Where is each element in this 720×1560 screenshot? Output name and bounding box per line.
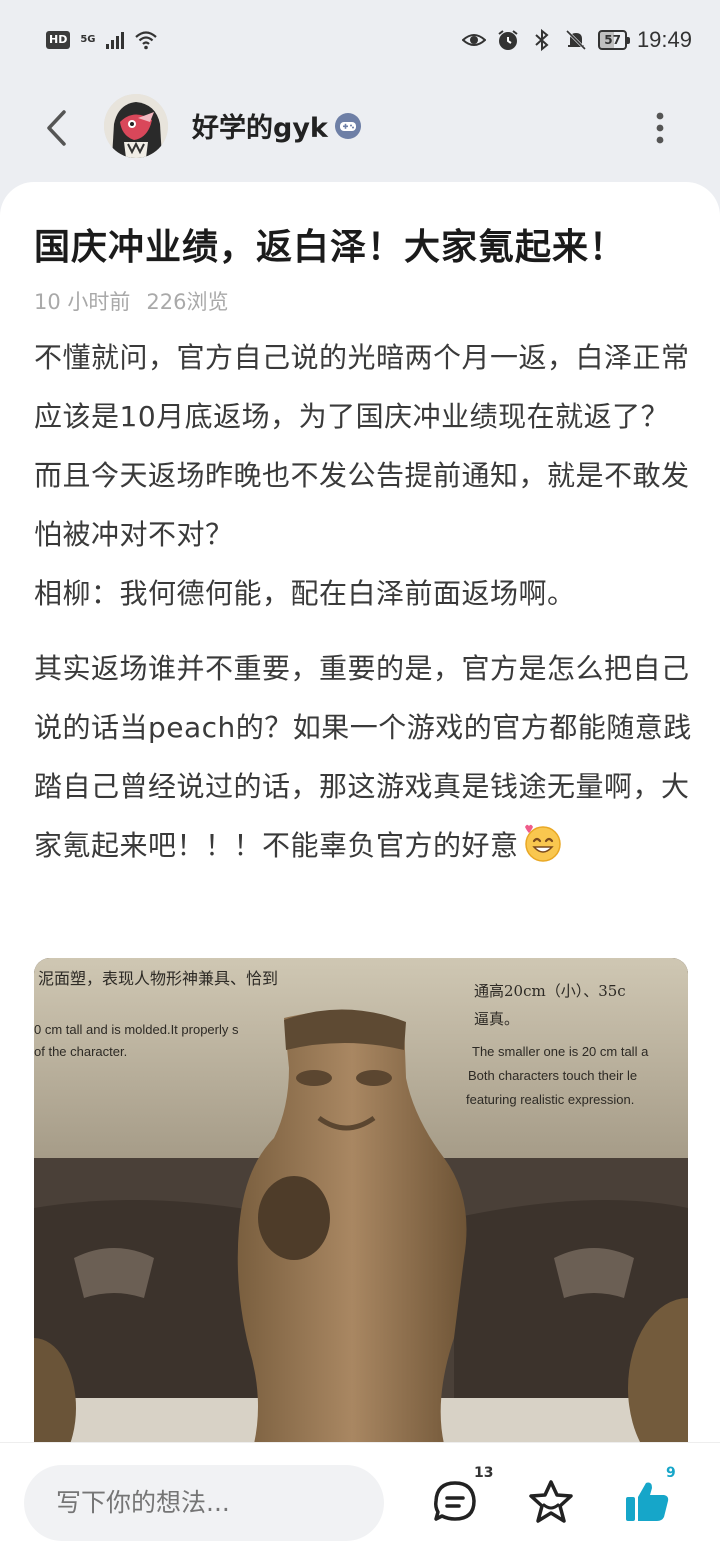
wifi-icon	[134, 31, 157, 50]
thumbs-up-icon	[626, 1482, 669, 1521]
star-icon	[529, 1480, 573, 1523]
more-options-button[interactable]	[640, 106, 680, 150]
bluetooth-icon	[535, 28, 549, 52]
sign-text-en-right-1: The smaller one is 20 cm tall a	[472, 1044, 649, 1059]
sign-text-en-left-2: of the character.	[34, 1044, 127, 1059]
sign-text-cn-right-1: 通高20cm（小）、35c	[474, 982, 626, 1000]
comment-button[interactable]: 13	[430, 1465, 493, 1527]
username: 好学的gyk	[192, 113, 328, 144]
status-bar: HD 5G 57 19:49	[0, 0, 720, 80]
post-image[interactable]: 泥面塑，表现人物形神兼具、恰到 0 cm tall and is molded.…	[34, 958, 688, 1444]
sign-text-en-right-3: featuring realistic expression.	[466, 1092, 634, 1107]
post-meta: 10 小时前 226浏览	[34, 286, 229, 316]
like-button[interactable]: 9	[622, 1465, 676, 1527]
post-time: 10 小时前	[34, 290, 131, 314]
bottom-action-bar: 13 9	[0, 1442, 720, 1560]
network-label: 5G	[80, 34, 96, 45]
back-arrow-icon	[47, 110, 66, 146]
museum-figurine-photo: 泥面塑，表现人物形神兼具、恰到 0 cm tall and is molded.…	[34, 958, 688, 1444]
sign-text-cn-left: 泥面塑，表现人物形神兼具、恰到	[38, 969, 278, 988]
username-row[interactable]: 好学的gyk	[192, 106, 362, 145]
post-title: 国庆冲业绩，返白泽！大家氪起来！	[34, 227, 627, 268]
post-views: 226浏览	[146, 290, 229, 314]
comment-count: 13	[474, 1465, 494, 1481]
post-paragraph: 其实返场谁并不重要，重要的是，官方是怎么把自己说的话当peach的？如果一个游戏…	[34, 639, 694, 875]
clock-time: 19:49	[636, 27, 692, 52]
favorite-button[interactable]	[526, 1477, 576, 1527]
bell-off-icon	[566, 29, 587, 51]
status-left: HD 5G	[46, 28, 158, 52]
signal-icon	[105, 31, 124, 49]
sign-text-en-right-2: Both characters touch their le	[468, 1068, 637, 1083]
alarm-icon	[498, 30, 518, 50]
avatar[interactable]	[104, 94, 168, 158]
sign-text-en-left-1: 0 cm tall and is molded.It properly s	[34, 1022, 239, 1037]
more-dots-icon	[656, 112, 664, 144]
game-badge-icon	[334, 112, 361, 139]
avatar-image	[104, 94, 168, 158]
post-paragraph: 不懂就问，官方自己说的光暗两个月一返，白泽正常应该是10月底返场，为了国庆冲业绩…	[34, 341, 690, 551]
smile-emoji-icon	[524, 824, 561, 862]
status-right: 57 19:49	[462, 27, 692, 53]
comment-input[interactable]	[24, 1465, 384, 1541]
like-count: 9	[666, 1465, 676, 1481]
post-paragraph: 相柳：我何德何能，配在白泽前面返场啊。	[34, 577, 576, 610]
sign-text-cn-right-2: 逼真。	[474, 1010, 519, 1028]
post-card: 国庆冲业绩，返白泽！大家氪起来！ 10 小时前 226浏览 不懂就问，官方自己说…	[0, 182, 720, 1482]
eye-icon	[462, 34, 487, 46]
post-paragraph-text: 其实返场谁并不重要，重要的是，官方是怎么把自己说的话当peach的？如果一个游戏…	[34, 652, 692, 862]
back-button[interactable]	[36, 104, 76, 152]
post-header: 好学的gyk	[0, 80, 720, 176]
battery-indicator: 57	[598, 30, 630, 50]
comment-icon	[434, 1481, 476, 1521]
post-body: 不懂就问，官方自己说的光暗两个月一返，白泽正常应该是10月底返场，为了国庆冲业绩…	[34, 328, 694, 875]
hd-badge: HD	[46, 31, 71, 49]
